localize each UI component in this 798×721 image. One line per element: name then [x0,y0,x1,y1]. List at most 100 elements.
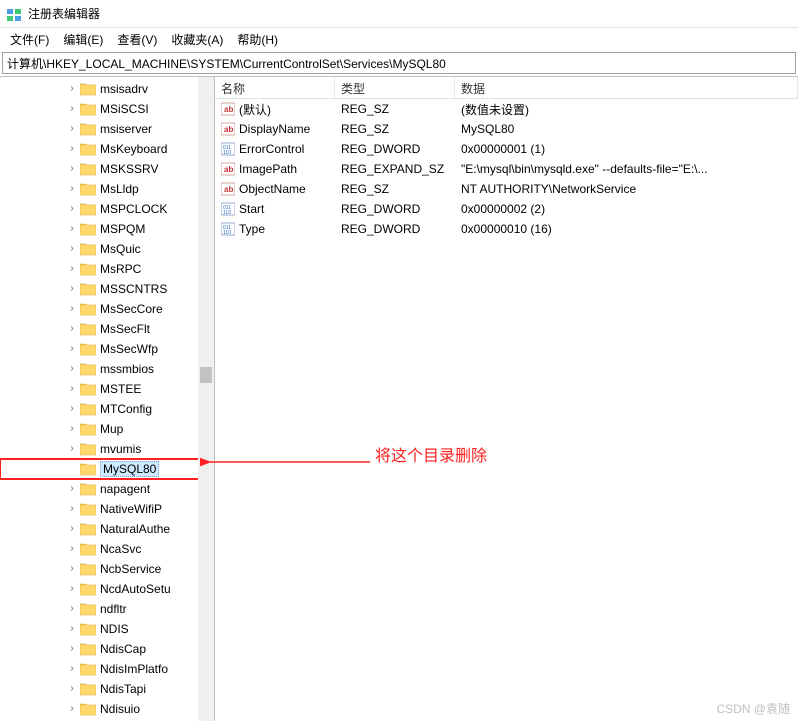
chevron-right-icon[interactable]: › [66,323,78,334]
chevron-right-icon[interactable]: › [66,443,78,454]
tree-node[interactable]: ›MsKeyboard [0,139,214,159]
chevron-right-icon[interactable]: › [66,403,78,414]
tree-node[interactable]: ›mvumis [0,439,214,459]
tree[interactable]: ›msisadrv›MSiSCSI›msiserver›MsKeyboard›M… [0,77,214,721]
chevron-right-icon[interactable]: › [66,563,78,574]
folder-icon [80,622,96,636]
folder-icon [80,582,96,596]
tree-scrollbar[interactable] [198,77,214,721]
chevron-right-icon[interactable]: › [66,363,78,374]
chevron-right-icon[interactable]: › [66,243,78,254]
tree-node-label: MSKSSRV [100,162,158,176]
menu-edit[interactable]: 编辑(E) [57,29,109,50]
tree-node[interactable]: ›MsSecWfp [0,339,214,359]
chevron-right-icon[interactable]: › [66,303,78,314]
menu-view[interactable]: 查看(V) [111,29,163,50]
tree-node[interactable]: ›NaturalAuthe [0,519,214,539]
value-row[interactable]: 011110StartREG_DWORD0x00000002 (2) [215,199,798,219]
tree-node[interactable]: › MSSCNTRS [0,279,214,299]
tree-node[interactable]: ›NDIS [0,619,214,639]
chevron-right-icon[interactable]: › [66,283,78,294]
chevron-right-icon[interactable]: › [66,623,78,634]
tree-node[interactable]: ›Mup [0,419,214,439]
chevron-right-icon[interactable]: › [66,83,78,94]
list-body[interactable]: ab(默认)REG_SZ(数值未设置)abDisplayNameREG_SZMy… [215,99,798,239]
tree-node[interactable]: MySQL80 [0,459,214,479]
menu-file[interactable]: 文件(F) [4,29,55,50]
tree-node[interactable]: ›MTConfig [0,399,214,419]
tree-node[interactable]: ›mssmbios [0,359,214,379]
tree-node[interactable]: › MSKSSRV [0,159,214,179]
chevron-right-icon[interactable]: › [66,503,78,514]
chevron-right-icon[interactable]: › [66,583,78,594]
chevron-right-icon[interactable]: › [66,143,78,154]
chevron-right-icon[interactable]: › [66,103,78,114]
chevron-right-icon[interactable]: › [66,663,78,674]
folder-icon [80,682,96,696]
tree-node[interactable]: ›MSPCLOCK [0,199,214,219]
tree-node[interactable]: ›NdisCap [0,639,214,659]
folder-icon [80,82,96,96]
value-data: "E:\mysql\bin\mysqld.exe" --defaults-fil… [455,162,798,176]
scroll-thumb[interactable] [200,367,212,383]
tree-node[interactable]: ›MsQuic [0,239,214,259]
string-value-icon: ab [221,182,235,196]
tree-node-label: MSTEE [100,382,141,396]
tree-node[interactable]: ›MsSecCore [0,299,214,319]
folder-icon [80,242,96,256]
chevron-right-icon[interactable]: › [66,703,78,714]
menu-help[interactable]: 帮助(H) [231,29,284,50]
chevron-right-icon[interactable]: › [66,543,78,554]
tree-node[interactable]: ›MsRPC [0,259,214,279]
chevron-right-icon[interactable]: › [66,423,78,434]
tree-node[interactable]: ›NcdAutoSetu [0,579,214,599]
tree-node-label: MSiSCSI [100,102,149,116]
binary-value-icon: 011110 [221,202,235,216]
tree-node[interactable]: ›NcbService [0,559,214,579]
tree-node-label: MSSCNTRS [100,282,167,296]
folder-icon [80,342,96,356]
folder-icon [80,462,96,476]
folder-icon [80,322,96,336]
tree-node[interactable]: ›ndfltr [0,599,214,619]
tree-node[interactable]: ›napagent [0,479,214,499]
tree-node[interactable]: ›MsSecFlt [0,319,214,339]
tree-node[interactable]: › MSiSCSI [0,99,214,119]
chevron-right-icon[interactable]: › [66,163,78,174]
tree-node[interactable]: ›MSPQM [0,219,214,239]
tree-node[interactable]: ›Ndisuio [0,699,214,719]
value-row[interactable]: 011110ErrorControlREG_DWORD0x00000001 (1… [215,139,798,159]
chevron-right-icon[interactable]: › [66,183,78,194]
value-row[interactable]: 011110TypeREG_DWORD0x00000010 (16) [215,219,798,239]
chevron-right-icon[interactable]: › [66,223,78,234]
chevron-right-icon[interactable]: › [66,123,78,134]
chevron-right-icon[interactable]: › [66,603,78,614]
tree-node[interactable]: ›msisadrv [0,79,214,99]
tree-node[interactable]: ›NdisTapi [0,679,214,699]
chevron-right-icon[interactable]: › [66,523,78,534]
chevron-right-icon[interactable]: › [66,383,78,394]
menu-favorites[interactable]: 收藏夹(A) [165,29,229,50]
tree-node[interactable]: ›NativeWifiP [0,499,214,519]
value-row[interactable]: abDisplayNameREG_SZMySQL80 [215,119,798,139]
chevron-right-icon[interactable]: › [66,343,78,354]
col-header-name[interactable]: 名称 [215,77,335,98]
col-header-type[interactable]: 类型 [335,77,455,98]
tree-node[interactable]: ›NdisImPlatfo [0,659,214,679]
tree-node[interactable]: › MSTEE [0,379,214,399]
chevron-right-icon[interactable]: › [66,483,78,494]
folder-icon [80,382,96,396]
tree-node[interactable]: ›NcaSvc [0,539,214,559]
col-header-data[interactable]: 数据 [455,77,798,98]
value-row[interactable]: ab(默认)REG_SZ(数值未设置) [215,99,798,119]
address-bar[interactable]: 计算机\HKEY_LOCAL_MACHINE\SYSTEM\CurrentCon… [2,52,796,74]
folder-icon [80,282,96,296]
tree-node[interactable]: ›msiserver [0,119,214,139]
chevron-right-icon[interactable]: › [66,203,78,214]
value-row[interactable]: abImagePathREG_EXPAND_SZ"E:\mysql\bin\my… [215,159,798,179]
chevron-right-icon[interactable]: › [66,643,78,654]
value-row[interactable]: abObjectNameREG_SZNT AUTHORITY\NetworkSe… [215,179,798,199]
chevron-right-icon[interactable]: › [66,683,78,694]
chevron-right-icon[interactable]: › [66,263,78,274]
tree-node[interactable]: ›MsLldp [0,179,214,199]
